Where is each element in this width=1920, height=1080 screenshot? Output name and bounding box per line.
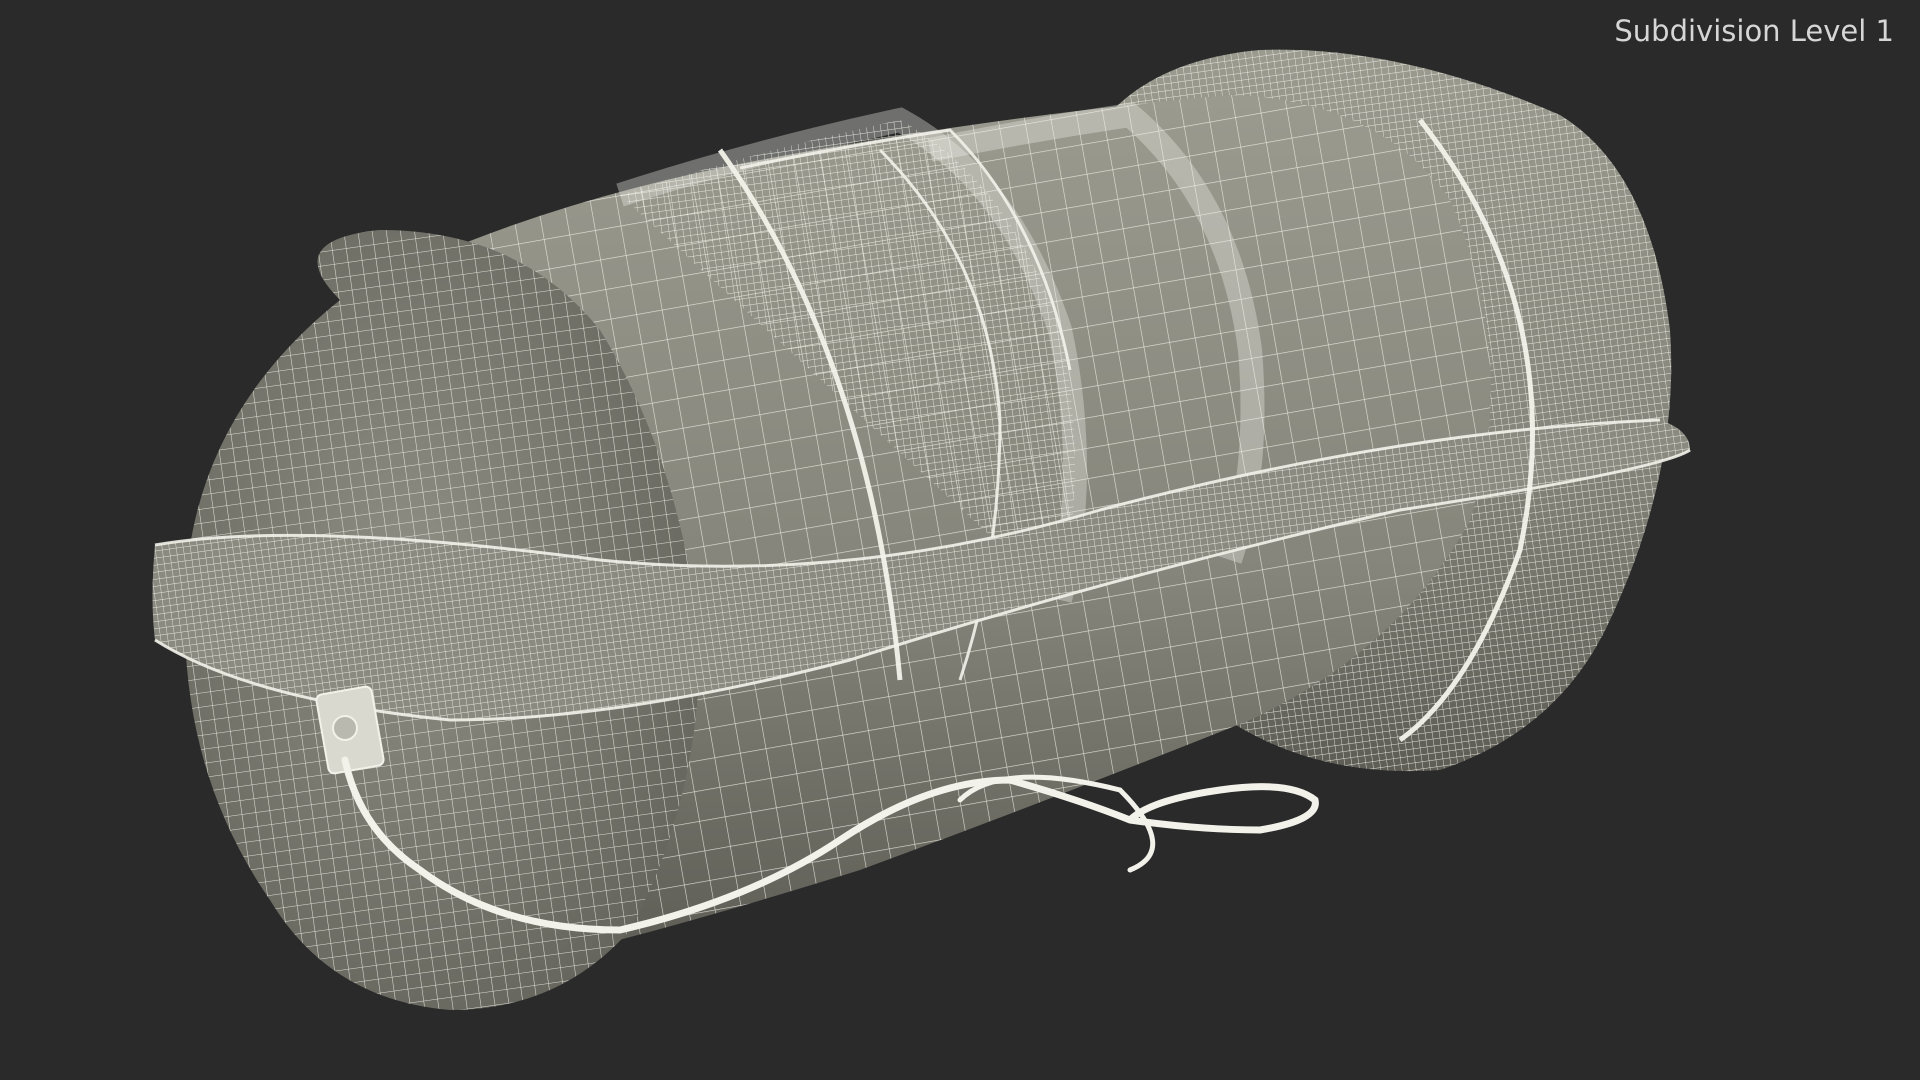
liferaft-canister-wireframe-icon xyxy=(152,49,1691,1010)
viewport: Subdivision Level 1 xyxy=(0,0,1920,1080)
subdivision-level-label: Subdivision Level 1 xyxy=(1614,14,1894,48)
